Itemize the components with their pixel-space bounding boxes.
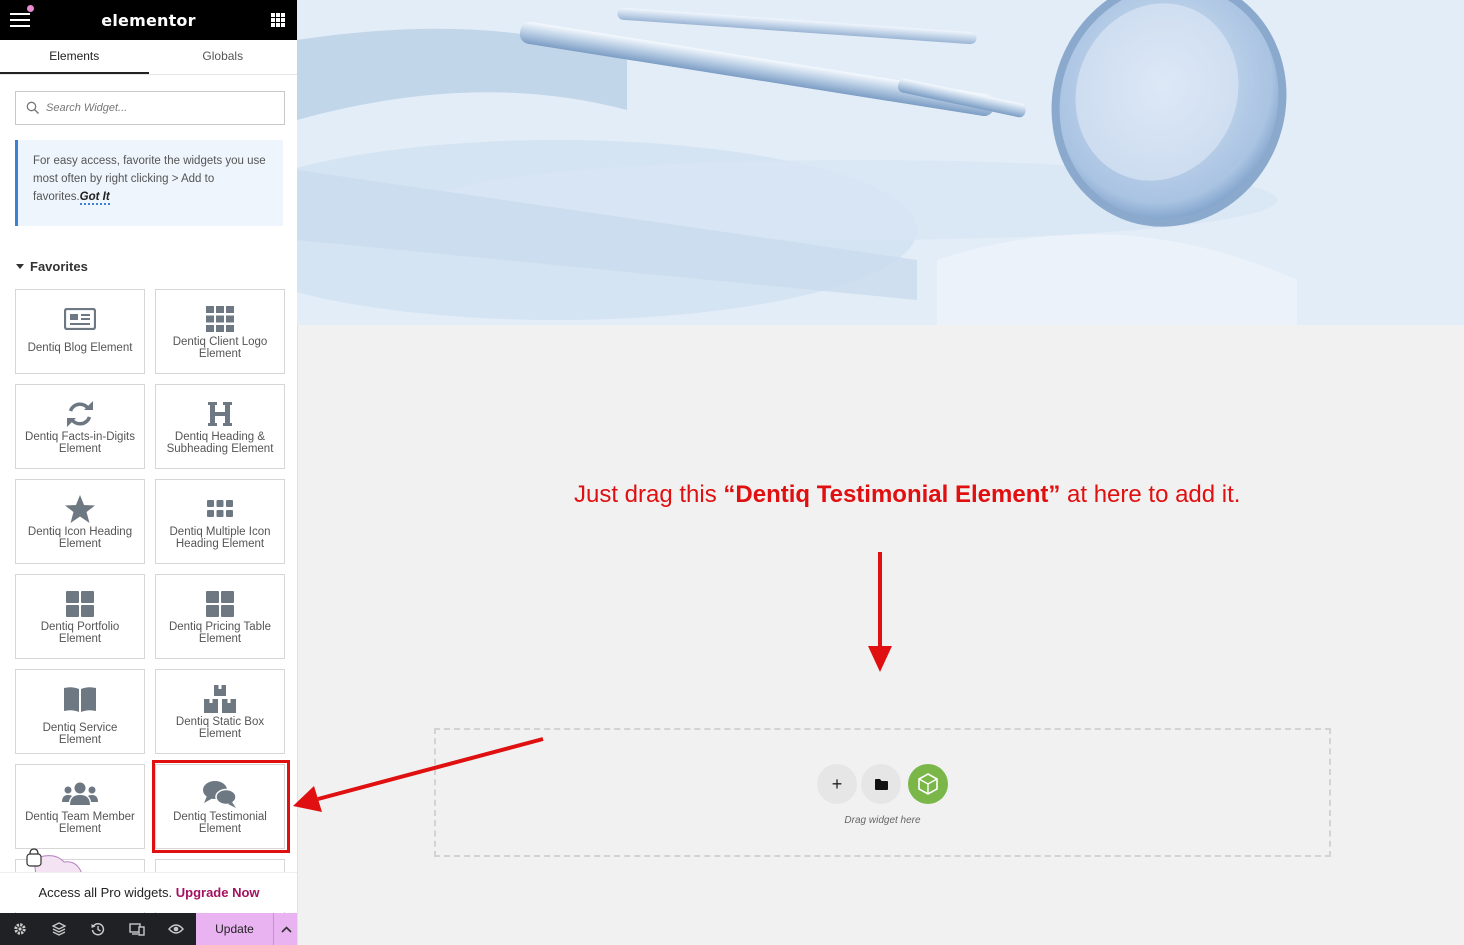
responsive-mode-icon[interactable]: [117, 913, 156, 945]
upgrade-now-link[interactable]: Upgrade Now: [176, 885, 260, 900]
update-button[interactable]: Update: [196, 913, 273, 945]
dental-mirror-illustration: [297, 0, 1464, 325]
panel-tabs: Elements Globals: [0, 40, 297, 75]
widget-label: Dentiq Portfolio Element: [40, 621, 120, 645]
dots-grid-icon: [207, 500, 233, 517]
star-icon: [65, 495, 95, 523]
panel-header: elementor: [0, 0, 297, 40]
pro-text: Access all Pro widgets.: [38, 885, 173, 900]
caret-down-icon: [16, 264, 24, 269]
search-icon: [26, 101, 39, 114]
widget-label: Dentiq Icon Heading Element: [27, 526, 133, 550]
panel-footer: Update: [0, 913, 297, 945]
widget-dentiq-client-logo[interactable]: Dentiq Client Logo Element: [155, 289, 285, 374]
refresh-icon: [67, 401, 93, 427]
four-squares-icon: [206, 591, 234, 617]
widget-dentiq-pricing-table[interactable]: Dentiq Pricing Table Element: [155, 574, 285, 659]
add-section-button[interactable]: +: [817, 764, 857, 804]
template-kit-button[interactable]: [908, 764, 948, 804]
widget-dentiq-facts-in-digits[interactable]: Dentiq Facts-in-Digits Element: [15, 384, 145, 469]
navigator-layers-icon[interactable]: [39, 913, 78, 945]
history-icon[interactable]: [78, 913, 117, 945]
widget-dentiq-portfolio[interactable]: Dentiq Portfolio Element: [15, 574, 145, 659]
boxes-icon: [204, 685, 236, 713]
users-icon: [62, 782, 98, 805]
add-section-dropzone[interactable]: + Drag widget here: [434, 728, 1331, 857]
promo-sticker-icon: [26, 848, 83, 874]
widget-label: Dentiq Testimonial Element: [173, 811, 267, 835]
favorites-widget-grid: Dentiq Blog Element Dentiq Client Logo E…: [15, 289, 285, 944]
tab-elements[interactable]: Elements: [0, 40, 149, 74]
widget-label: Dentiq Pricing Table Element: [168, 621, 272, 645]
comments-icon: [203, 781, 237, 808]
update-options-chevron-up-icon[interactable]: [273, 913, 297, 945]
preview-eye-icon[interactable]: [156, 913, 195, 945]
search-widget-input[interactable]: [15, 91, 285, 125]
widget-label: Dentiq Team Member Element: [25, 811, 135, 835]
widget-label: Dentiq Static Box Element: [175, 716, 265, 740]
dropzone-caption: Drag widget here: [844, 815, 921, 826]
kit-cube-icon: [918, 773, 938, 795]
app-title: elementor: [101, 10, 196, 30]
widget-label: Dentiq Blog Element: [27, 342, 133, 354]
heading-icon: [208, 402, 232, 426]
widget-dentiq-heading-subheading[interactable]: Dentiq Heading & Subheading Element: [155, 384, 285, 469]
widget-label: Dentiq Multiple Icon Heading Element: [169, 526, 271, 550]
notification-dot: [27, 5, 34, 12]
widget-dentiq-blog[interactable]: Dentiq Blog Element: [15, 289, 145, 374]
favorites-section-toggle[interactable]: Favorites: [16, 259, 297, 274]
widget-dentiq-team-member[interactable]: Dentiq Team Member Element: [15, 764, 145, 849]
instruction-widget-name: “Dentiq Testimonial Element”: [723, 481, 1061, 508]
widget-label: Dentiq Service Element: [42, 722, 118, 746]
hamburger-menu-icon[interactable]: [10, 13, 30, 27]
widget-dentiq-testimonial[interactable]: Dentiq Testimonial Element: [155, 764, 285, 849]
widget-label: Dentiq Client Logo Element: [172, 336, 268, 360]
search-wrapper: [15, 91, 285, 125]
hero-dental-image: [297, 0, 1464, 325]
got-it-link[interactable]: Got It: [79, 191, 110, 205]
grid-icon: [206, 306, 234, 332]
instruction-pre: Just drag this: [574, 481, 724, 508]
plus-icon: +: [831, 773, 843, 794]
widget-dentiq-static-box[interactable]: Dentiq Static Box Element: [155, 669, 285, 754]
book-icon: [64, 687, 96, 712]
favorites-tip: For easy access, favorite the widgets yo…: [15, 140, 283, 226]
add-template-button[interactable]: [861, 764, 901, 804]
widgets-grid-icon[interactable]: [271, 13, 285, 27]
instruction-post: at here to add it.: [1060, 481, 1241, 508]
tab-globals[interactable]: Globals: [149, 40, 298, 74]
annotation-instruction-text: Just drag this “Dentiq Testimonial Eleme…: [574, 481, 1240, 509]
settings-gear-icon[interactable]: [0, 913, 39, 945]
pro-upsell-bar: Access all Pro widgets. Upgrade Now: [0, 872, 297, 912]
favorites-heading: Favorites: [30, 259, 88, 274]
widget-dentiq-multiple-icon-heading[interactable]: Dentiq Multiple Icon Heading Element: [155, 479, 285, 564]
widget-dentiq-service[interactable]: Dentiq Service Element: [15, 669, 145, 754]
widget-label: Dentiq Facts-in-Digits Element: [25, 431, 135, 455]
four-squares-icon: [66, 591, 94, 617]
widget-label: Dentiq Heading & Subheading Element: [166, 431, 274, 455]
widget-dentiq-icon-heading[interactable]: Dentiq Icon Heading Element: [15, 479, 145, 564]
folder-icon: [874, 778, 888, 790]
elementor-panel: elementor Elements Globals For easy acce…: [0, 0, 298, 945]
tip-text: For easy access, favorite the widgets yo…: [33, 155, 266, 203]
newspaper-icon: [64, 308, 96, 330]
